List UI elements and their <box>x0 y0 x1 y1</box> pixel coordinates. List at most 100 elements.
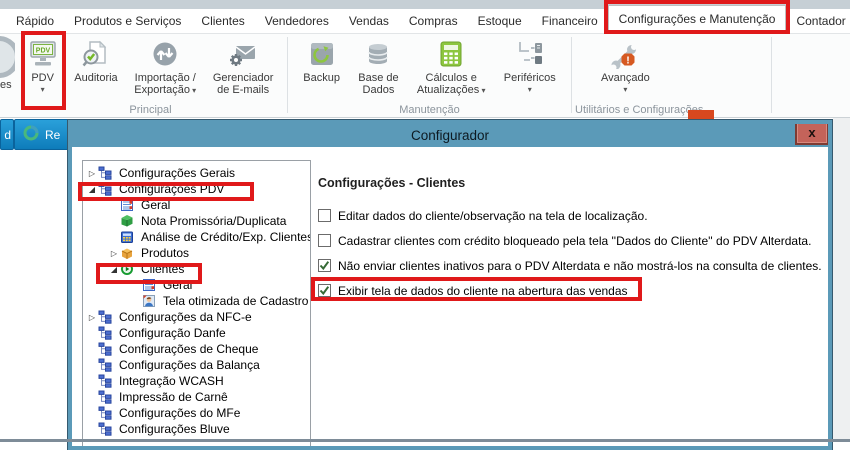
checkbox-label: Exibir tela de dados do cliente na abert… <box>338 283 628 298</box>
org-icon <box>98 390 114 404</box>
checkbox-checked[interactable] <box>318 259 331 272</box>
advanced-button[interactable]: ! Avançado ▾ <box>598 36 653 104</box>
menu-item-estoque[interactable]: Estoque <box>468 9 532 33</box>
tree-item-clientes[interactable]: ◢ Clientes <box>83 261 310 277</box>
tree-item-label: Nota Promissória/Duplicata <box>141 214 287 228</box>
ribbon-button-label: Dados <box>362 84 395 96</box>
org-icon <box>98 358 114 372</box>
calculator-button[interactable]: Cálculos e Atualizações ▾ <box>414 36 489 104</box>
menu-item-produtos-e-serviços[interactable]: Produtos e Serviços <box>64 9 191 33</box>
quickbar-button-d[interactable]: d <box>0 119 14 150</box>
menu-item-rápido[interactable]: Rápido <box>6 9 64 33</box>
ribbon-button-label: Avançado <box>601 72 650 84</box>
ribbon-group-utilitários-e-configurações: ! Avançado ▾ Utilitários e Configurações <box>572 33 771 117</box>
checkbox-checked[interactable] <box>318 284 331 297</box>
checkbox-row-4: Exibir tela de dados do cliente na abert… <box>318 283 822 298</box>
svg-text:!: ! <box>627 55 631 67</box>
background-right-of-dialog <box>833 117 850 439</box>
tree-item-label: Configurações do MFe <box>119 406 241 420</box>
org-icon <box>98 310 114 324</box>
red-annotation-fragment <box>688 110 714 120</box>
dropdown-caret-icon: ▾ <box>40 85 45 94</box>
pdv-monitor-button[interactable]: PDV PDV ▾ <box>25 36 61 104</box>
tree-item-label: Geral <box>163 278 193 292</box>
database-button[interactable]: Base de Dados <box>355 36 401 104</box>
quickbar-button-label: d <box>4 127 11 142</box>
tree-item-configurações-de-cheque[interactable]: Configurações de Cheque <box>83 341 310 357</box>
backup-button[interactable]: Backup <box>300 36 343 104</box>
expander-collapsed-icon[interactable]: ▷ <box>86 169 98 178</box>
tree-item-nota-promissória-duplicata[interactable]: Nota Promissória/Duplicata <box>83 213 310 229</box>
peripherals-button[interactable]: Periféricos ▾ <box>501 36 559 104</box>
tree-item-label: Impressão de Carnê <box>119 390 228 404</box>
ribbon-button-label: Base de <box>358 72 399 84</box>
tree-item-label: Geral <box>141 198 171 212</box>
dialog-content: ▷ Configurações Gerais ◢ Configurações PDV G… <box>72 147 828 446</box>
audit-button[interactable]: Auditoria <box>71 36 120 104</box>
settings-panel: Configurações - Clientes Editar dados do… <box>318 147 824 446</box>
close-button[interactable]: x <box>795 124 828 145</box>
dropdown-caret-icon: ▾ <box>623 85 628 94</box>
quick-toolbar: d Re <box>0 119 79 150</box>
expander-collapsed-icon[interactable]: ▷ <box>108 249 120 258</box>
tree-item-análise-de-crédito-exp-clientes[interactable]: Análise de Crédito/Exp. Clientes <box>83 229 310 245</box>
org-icon <box>98 166 114 180</box>
email-manager-icon <box>228 38 258 70</box>
menu-item-compras[interactable]: Compras <box>399 9 468 33</box>
ribbon-button-label: Auditoria <box>74 72 118 84</box>
expander-expanded-icon[interactable]: ◢ <box>108 265 120 274</box>
checkbox-unchecked[interactable] <box>318 209 331 222</box>
ribbon: es PDV PDV ▾ Auditoria Importação / Exportaçã… <box>0 33 850 118</box>
svg-text:PDV: PDV <box>35 48 50 55</box>
tree-item-geral[interactable]: Geral <box>83 197 310 213</box>
email-manager-button[interactable]: Gerenciador de E-mails <box>210 36 277 104</box>
box-icon <box>120 246 136 260</box>
checkbox-label: Cadastrar clientes com crédito bloqueado… <box>338 233 812 248</box>
peripherals-icon <box>515 38 545 70</box>
quickbar-button-label: Re <box>45 127 61 142</box>
menu-item-vendedores[interactable]: Vendedores <box>255 9 339 33</box>
tree-item-geral[interactable]: Geral <box>83 277 310 293</box>
tree-item-tela-otimizada-de-cadastro[interactable]: Tela otimizada de Cadastro <box>83 293 310 309</box>
tree-item-configurações-da-nfc-e[interactable]: ▷ Configurações da NFC-e <box>83 309 310 325</box>
ribbon-button-label: de E-mails <box>217 84 270 96</box>
org-icon <box>98 422 114 436</box>
group-separator <box>287 37 288 113</box>
tree-item-label: Configurações de Cheque <box>119 342 259 356</box>
org-icon <box>98 326 114 340</box>
expander-collapsed-icon[interactable]: ▷ <box>86 313 98 322</box>
tree-item-configurações-bluve[interactable]: Configurações Bluve <box>83 421 310 437</box>
dropdown-caret-icon: ▾ <box>189 86 197 95</box>
tree-item-integração-wcash[interactable]: Integração WCASH <box>83 373 310 389</box>
menu-item-configurações-e-manutenção[interactable]: Configurações e Manutenção <box>607 5 787 33</box>
tree-item-produtos[interactable]: ▷ Produtos <box>83 245 310 261</box>
tree-item-configuração-danfe[interactable]: Configuração Danfe <box>83 325 310 341</box>
import-export-button[interactable]: Importação / Exportação ▾ <box>131 36 199 104</box>
tree-item-configurações-pdv[interactable]: ◢ Configurações PDV <box>83 181 310 197</box>
dialog-titlebar[interactable]: Configurador x <box>72 124 828 147</box>
dialog-title: Configurador <box>410 128 490 143</box>
menu-item-financeiro[interactable]: Financeiro <box>532 9 608 33</box>
tree-item-impressão-de-carnê[interactable]: Impressão de Carnê <box>83 389 310 405</box>
menu-item-contador[interactable]: Contador <box>786 9 850 33</box>
tree-item-configurações-gerais[interactable]: ▷ Configurações Gerais <box>83 165 310 181</box>
ribbon-partial-label: es <box>0 79 12 91</box>
person-icon <box>142 294 158 308</box>
tree-item-label: Clientes <box>141 262 185 276</box>
checkbox-label: Não enviar clientes inativos para o PDV … <box>338 258 822 273</box>
list-icon <box>120 198 136 212</box>
database-icon <box>363 38 393 70</box>
tree-item-configurações-do-mfe[interactable]: Configurações do MFe <box>83 405 310 421</box>
menu-item-vendas[interactable]: Vendas <box>339 9 399 33</box>
checkbox-unchecked[interactable] <box>318 234 331 247</box>
checkbox-list: Editar dados do cliente/observação na te… <box>318 208 822 308</box>
org-icon <box>98 406 114 420</box>
menu-item-clientes[interactable]: Clientes <box>191 9 254 33</box>
configurador-dialog: Configurador x ▷ Configurações Gerais ◢ Con… <box>68 120 832 450</box>
org-icon <box>98 342 114 356</box>
audit-icon <box>81 38 111 70</box>
tree-item-configurações-da-balança[interactable]: Configurações da Balança <box>83 357 310 373</box>
org-icon <box>98 182 114 196</box>
ribbon-partial-button[interactable]: es <box>0 33 15 117</box>
expander-expanded-icon[interactable]: ◢ <box>86 185 98 194</box>
